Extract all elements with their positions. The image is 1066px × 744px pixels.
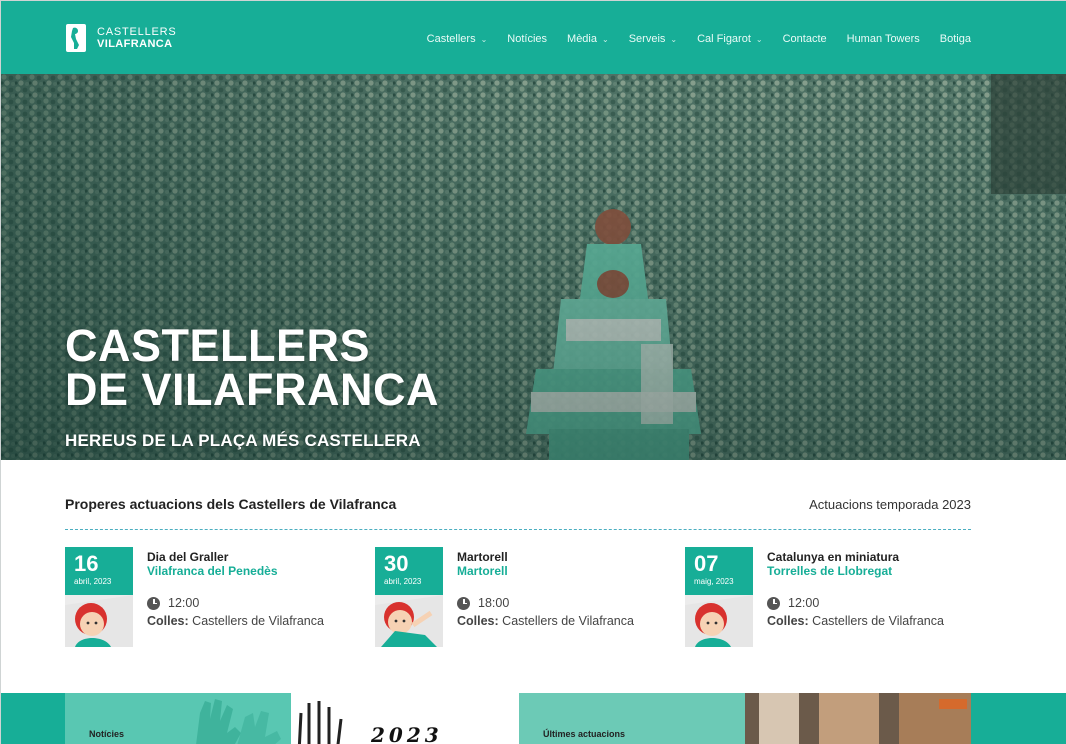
nav-item-label: Contacte — [782, 33, 827, 45]
results-card[interactable]: Últimes actuacions — [519, 693, 971, 744]
nav-item-label: Cal Figarot — [697, 33, 751, 45]
event-time: 12:00 — [147, 596, 324, 610]
main-nav: Castellers ⌄ Notícies Mèdia ⌄ Serveis ⌄ … — [427, 33, 971, 45]
colles-label: Colles: — [767, 614, 809, 628]
event-time: 12:00 — [767, 596, 944, 610]
divider — [65, 529, 971, 530]
nav-item-label: Castellers — [426, 33, 476, 45]
year-card-text: 2023 — [371, 723, 443, 744]
event-day: 30 — [384, 551, 409, 576]
hand-print-icon — [297, 701, 343, 744]
news-card[interactable]: Notícies — [65, 693, 291, 744]
colles-label: Colles: — [147, 614, 189, 628]
event-place[interactable]: Torrelles de Llobregat — [767, 564, 944, 578]
date-badge: 07 maig, 2023 — [685, 547, 753, 647]
page: CASTELLERS VILAFRANCA Castellers ⌄ Notíc… — [0, 0, 1066, 744]
nav-item-label: Serveis — [628, 33, 666, 45]
event-time: 18:00 — [457, 596, 634, 610]
mascot-image — [65, 595, 133, 647]
hero-title: CASTELLERS DE VILAFRANCA — [65, 320, 439, 415]
clock-icon — [457, 596, 470, 610]
event-name[interactable]: Martorell — [457, 550, 634, 564]
hero-subtitle: HEREUS DE LA PLAÇA MÉS CASTELLERA — [65, 431, 421, 450]
nav-item-cal-figarot[interactable]: Cal Figarot ⌄ — [697, 33, 763, 45]
year-card[interactable]: 2023 — [291, 693, 519, 744]
nav-item-label: Mèdia — [567, 33, 597, 45]
upcoming-title: Properes actuacions dels Castellers de V… — [65, 496, 397, 512]
colles-value: Castellers de Vilafranca — [502, 614, 634, 628]
chevron-down-icon: ⌄ — [602, 34, 609, 44]
event-name[interactable]: Dia del Graller — [147, 550, 324, 564]
season-link[interactable]: Actuacions temporada 2023 — [809, 497, 971, 512]
site-header: CASTELLERS VILAFRANCA Castellers ⌄ Notíc… — [1, 1, 1066, 74]
event-colles: Colles: Castellers de Vilafranca — [767, 614, 944, 628]
hero-title-line-2: DE VILAFRANCA — [65, 364, 439, 415]
mascot-image — [685, 595, 753, 647]
nav-item-contacte[interactable]: Contacte — [783, 33, 827, 45]
event-place[interactable]: Vilafranca del Penedès — [147, 564, 324, 578]
event-card[interactable]: 16 abril, 2023 Dia del Graller Vilafranc… — [65, 547, 365, 647]
event-card[interactable]: 30 abril, 2023 Martorell Martorell 18:00 — [375, 547, 675, 647]
hero-title-line-1: CASTELLERS — [65, 320, 371, 371]
event-place[interactable]: Martorell — [457, 564, 634, 578]
castellers-logo-icon — [66, 24, 86, 52]
event-colles: Colles: Castellers de Vilafranca — [147, 614, 324, 628]
date-badge: 16 abril, 2023 — [65, 547, 133, 647]
nav-item-botiga[interactable]: Botiga — [940, 33, 971, 45]
logo-line-1: CASTELLERS — [97, 26, 177, 38]
chevron-down-icon: ⌄ — [755, 34, 763, 44]
nav-item-serveis[interactable]: Serveis ⌄ — [629, 33, 677, 45]
event-time-value: 12:00 — [168, 596, 200, 610]
date-badge: 30 abril, 2023 — [375, 547, 443, 647]
clock-icon — [147, 596, 160, 610]
chevron-down-icon: ⌄ — [480, 34, 488, 44]
event-colles: Colles: Castellers de Vilafranca — [457, 614, 634, 628]
logo-line-2: VILAFRANCA — [97, 38, 173, 50]
colles-value: Castellers de Vilafranca — [812, 614, 944, 628]
upcoming-header: Properes actuacions dels Castellers de V… — [65, 496, 971, 512]
nav-item-media[interactable]: Mèdia ⌄ — [567, 33, 609, 45]
event-day: 07 — [694, 551, 719, 576]
site-logo[interactable]: CASTELLERS VILAFRANCA — [65, 23, 177, 53]
event-time-value: 18:00 — [478, 596, 510, 610]
hero-banner: CASTELLERS DE VILAFRANCA HEREUS DE LA PL… — [1, 74, 1066, 460]
news-card-label: Notícies — [89, 729, 125, 739]
mascot-image — [375, 595, 443, 647]
nav-item-label: Botiga — [939, 33, 971, 45]
nav-item-label: Human Towers — [846, 33, 920, 45]
clock-icon — [767, 596, 780, 610]
colles-label: Colles: — [457, 614, 499, 628]
nav-item-noticies[interactable]: Notícies — [507, 33, 547, 45]
event-time-value: 12:00 — [788, 596, 820, 610]
event-month: abril, 2023 — [74, 577, 112, 586]
colles-value: Castellers de Vilafranca — [192, 614, 324, 628]
chevron-down-icon: ⌄ — [670, 34, 678, 44]
event-name[interactable]: Catalunya en miniatura — [767, 550, 944, 564]
event-month: maig, 2023 — [694, 577, 734, 586]
nav-item-label: Notícies — [507, 33, 548, 45]
event-day: 16 — [74, 551, 99, 576]
results-card-label: Últimes actuacions — [543, 729, 626, 739]
nav-item-castellers[interactable]: Castellers ⌄ — [427, 33, 488, 45]
event-month: abril, 2023 — [384, 577, 422, 586]
nav-item-human-towers[interactable]: Human Towers — [847, 33, 920, 45]
event-card[interactable]: 07 maig, 2023 Catalunya en miniatura Tor… — [685, 547, 985, 647]
